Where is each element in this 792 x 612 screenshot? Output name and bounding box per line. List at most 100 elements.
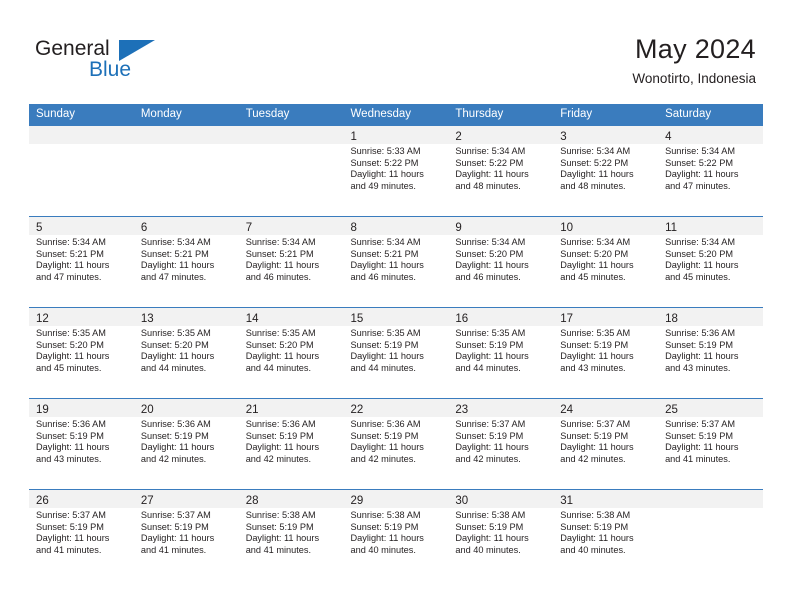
day-detail-line: Daylight: 11 hours xyxy=(560,351,634,362)
day-detail-line: Daylight: 11 hours xyxy=(455,260,529,271)
calendar-day-cell[interactable]: 20 Sunrise: 5:36 AM Sunset: 5:19 PM Dayligh… xyxy=(133,398,239,490)
calendar-empty-cell xyxy=(238,126,344,217)
day-details: Sunrise: 5:34 AM Sunset: 5:20 PM Daylight:… xyxy=(448,235,553,283)
day-number: 26 xyxy=(36,495,49,507)
day-detail-line: Daylight: 11 hours xyxy=(36,442,110,453)
calendar-day-cell[interactable]: 25 Sunrise: 5:37 AM Sunset: 5:19 PM Dayligh… xyxy=(658,398,763,490)
day-detail-line: Sunrise: 5:33 AM xyxy=(350,146,421,156)
day-number-band: 29 xyxy=(343,490,449,508)
calendar-day-cell[interactable]: 28 Sunrise: 5:38 AM Sunset: 5:19 PM Dayligh… xyxy=(238,489,344,580)
day-detail-line: Daylight: 11 hours xyxy=(350,260,424,271)
day-cell-inner: 2 Sunrise: 5:34 AM Sunset: 5:22 PM Daylight… xyxy=(448,126,554,216)
day-number: 5 xyxy=(36,222,43,234)
calendar-day-cell[interactable]: 1 Sunrise: 5:33 AM Sunset: 5:22 PM Daylight… xyxy=(343,126,449,217)
day-detail-line: Daylight: 11 hours xyxy=(350,351,424,362)
day-detail-line: and 47 minutes. xyxy=(140,271,207,282)
day-number: 25 xyxy=(665,404,678,416)
day-detail-line: Sunrise: 5:34 AM xyxy=(665,146,736,156)
calendar-day-cell[interactable]: 27 Sunrise: 5:37 AM Sunset: 5:19 PM Dayligh… xyxy=(133,489,239,580)
calendar-day-cell[interactable]: 2 Sunrise: 5:34 AM Sunset: 5:22 PM Daylight… xyxy=(448,126,554,217)
day-details: Sunrise: 5:34 AM Sunset: 5:20 PM Daylight:… xyxy=(553,235,658,283)
general-blue-logo[interactable]: General Blue xyxy=(35,38,215,90)
day-detail-line: and 48 minutes. xyxy=(455,180,521,191)
day-details: Sunrise: 5:34 AM Sunset: 5:22 PM Daylight:… xyxy=(658,144,763,192)
day-detail-line: Daylight: 11 hours xyxy=(560,442,634,453)
calendar-day-cell[interactable]: 23 Sunrise: 5:37 AM Sunset: 5:19 PM Dayligh… xyxy=(448,398,554,490)
day-detail-line: Sunrise: 5:38 AM xyxy=(455,510,526,520)
calendar-day-cell[interactable]: 10 Sunrise: 5:34 AM Sunset: 5:20 PM Dayligh… xyxy=(553,216,659,308)
calendar-day-cell[interactable]: 4 Sunrise: 5:34 AM Sunset: 5:22 PM Daylight… xyxy=(658,126,763,217)
day-details: Sunrise: 5:38 AM Sunset: 5:19 PM Daylight:… xyxy=(553,508,658,556)
day-details: Sunrise: 5:37 AM Sunset: 5:19 PM Daylight:… xyxy=(553,417,658,465)
day-number-band: 13 xyxy=(133,308,239,326)
day-detail-line: and 42 minutes. xyxy=(560,453,626,464)
day-detail-line: Sunset: 5:19 PM xyxy=(665,339,733,350)
day-detail-line: Daylight: 11 hours xyxy=(245,533,320,544)
day-detail-line: Sunrise: 5:35 AM xyxy=(455,328,526,338)
calendar-day-cell[interactable]: 19 Sunrise: 5:36 AM Sunset: 5:19 PM Dayligh… xyxy=(29,398,134,490)
day-number-band: 31 xyxy=(553,490,659,508)
day-number-band: 3 xyxy=(553,126,659,144)
calendar-day-cell[interactable]: 9 Sunrise: 5:34 AM Sunset: 5:20 PM Daylight… xyxy=(448,216,554,308)
calendar-day-cell[interactable]: 29 Sunrise: 5:38 AM Sunset: 5:19 PM Dayligh… xyxy=(343,489,449,580)
calendar-day-cell[interactable]: 15 Sunrise: 5:35 AM Sunset: 5:19 PM Dayligh… xyxy=(343,307,449,399)
day-detail-line: Sunrise: 5:35 AM xyxy=(36,328,106,338)
day-number-band: 17 xyxy=(553,308,659,326)
calendar-day-cell[interactable]: 5 Sunrise: 5:34 AM Sunset: 5:21 PM Daylight… xyxy=(29,216,134,308)
calendar-day-cell[interactable]: 16 Sunrise: 5:35 AM Sunset: 5:19 PM Dayligh… xyxy=(448,307,554,399)
day-detail-line: and 47 minutes. xyxy=(665,180,731,191)
calendar-day-cell[interactable]: 26 Sunrise: 5:37 AM Sunset: 5:19 PM Dayligh… xyxy=(29,489,134,580)
day-detail-line: Sunset: 5:21 PM xyxy=(245,248,314,259)
calendar-day-cell[interactable]: 8 Sunrise: 5:34 AM Sunset: 5:21 PM Daylight… xyxy=(343,216,449,308)
day-detail-line: Sunrise: 5:37 AM xyxy=(140,510,211,520)
day-detail-line: Daylight: 11 hours xyxy=(455,533,529,544)
calendar-day-cell[interactable]: 11 Sunrise: 5:34 AM Sunset: 5:20 PM Dayligh… xyxy=(658,216,763,308)
day-detail-line: Daylight: 11 hours xyxy=(560,260,634,271)
day-cell-inner: 6 Sunrise: 5:34 AM Sunset: 5:21 PM Daylight… xyxy=(133,217,239,307)
day-detail-line: Sunrise: 5:34 AM xyxy=(665,237,736,247)
day-detail-line: Sunset: 5:19 PM xyxy=(140,430,209,441)
day-number-band xyxy=(133,126,239,144)
day-number: 6 xyxy=(140,222,148,234)
day-detail-line: and 45 minutes. xyxy=(36,362,102,373)
day-number-band: 8 xyxy=(343,217,449,235)
day-detail-line: Sunrise: 5:35 AM xyxy=(245,328,316,338)
dow-header-thursday: Thursday xyxy=(448,104,554,126)
calendar-week-row: 5 Sunrise: 5:34 AM Sunset: 5:21 PM Daylight… xyxy=(29,216,763,308)
day-detail-line: Sunset: 5:19 PM xyxy=(140,521,209,532)
day-cell-inner: 20 Sunrise: 5:36 AM Sunset: 5:19 PM Dayligh… xyxy=(133,399,239,489)
sunrise-sunset-calendar: Sunday Monday Tuesday Wednesday Thursday… xyxy=(29,104,763,580)
calendar-day-cell[interactable]: 30 Sunrise: 5:38 AM Sunset: 5:19 PM Dayligh… xyxy=(448,489,554,580)
day-number-band: 5 xyxy=(29,217,134,235)
day-number-band: 27 xyxy=(133,490,239,508)
day-detail-line: Sunset: 5:19 PM xyxy=(455,339,524,350)
day-number: 2 xyxy=(455,131,462,143)
day-details: Sunrise: 5:35 AM Sunset: 5:20 PM Daylight:… xyxy=(239,326,344,374)
calendar-day-cell[interactable]: 18 Sunrise: 5:36 AM Sunset: 5:19 PM Dayligh… xyxy=(658,307,763,399)
calendar-day-cell[interactable]: 13 Sunrise: 5:35 AM Sunset: 5:20 PM Dayligh… xyxy=(133,307,239,399)
day-number-band: 6 xyxy=(133,217,239,235)
day-number-band: 28 xyxy=(238,490,344,508)
day-detail-line: Sunset: 5:22 PM xyxy=(560,157,629,168)
calendar-day-cell[interactable]: 7 Sunrise: 5:34 AM Sunset: 5:21 PM Daylight… xyxy=(238,216,344,308)
day-details: Sunrise: 5:38 AM Sunset: 5:19 PM Daylight:… xyxy=(344,508,449,556)
day-cell-inner: 3 Sunrise: 5:34 AM Sunset: 5:22 PM Daylight… xyxy=(553,126,659,216)
calendar-day-cell[interactable]: 22 Sunrise: 5:36 AM Sunset: 5:19 PM Dayligh… xyxy=(343,398,449,490)
day-cell-inner: 12 Sunrise: 5:35 AM Sunset: 5:20 PM Dayligh… xyxy=(29,308,134,398)
calendar-day-cell[interactable]: 17 Sunrise: 5:35 AM Sunset: 5:19 PM Dayligh… xyxy=(553,307,659,399)
calendar-day-cell[interactable]: 3 Sunrise: 5:34 AM Sunset: 5:22 PM Daylight… xyxy=(553,126,659,217)
dow-header-tuesday: Tuesday xyxy=(238,104,344,126)
day-detail-line: Sunset: 5:20 PM xyxy=(560,248,629,259)
calendar-day-cell[interactable]: 21 Sunrise: 5:36 AM Sunset: 5:19 PM Dayligh… xyxy=(238,398,344,490)
day-detail-line: and 40 minutes. xyxy=(560,544,626,555)
logo-word-general: General xyxy=(35,37,110,60)
day-cell-inner: 31 Sunrise: 5:38 AM Sunset: 5:19 PM Dayligh… xyxy=(553,490,659,580)
day-details: Sunrise: 5:33 AM Sunset: 5:22 PM Daylight:… xyxy=(344,144,449,192)
calendar-day-cell[interactable]: 31 Sunrise: 5:38 AM Sunset: 5:19 PM Dayligh… xyxy=(553,489,659,580)
calendar-day-cell[interactable]: 12 Sunrise: 5:35 AM Sunset: 5:20 PM Dayligh… xyxy=(29,307,134,399)
day-detail-line: Sunrise: 5:34 AM xyxy=(560,237,631,247)
day-cell-inner: 10 Sunrise: 5:34 AM Sunset: 5:20 PM Dayligh… xyxy=(553,217,659,307)
calendar-day-cell[interactable]: 14 Sunrise: 5:35 AM Sunset: 5:20 PM Dayligh… xyxy=(238,307,344,399)
calendar-day-cell[interactable]: 24 Sunrise: 5:37 AM Sunset: 5:19 PM Dayligh… xyxy=(553,398,659,490)
calendar-day-cell[interactable]: 6 Sunrise: 5:34 AM Sunset: 5:21 PM Daylight… xyxy=(133,216,239,308)
